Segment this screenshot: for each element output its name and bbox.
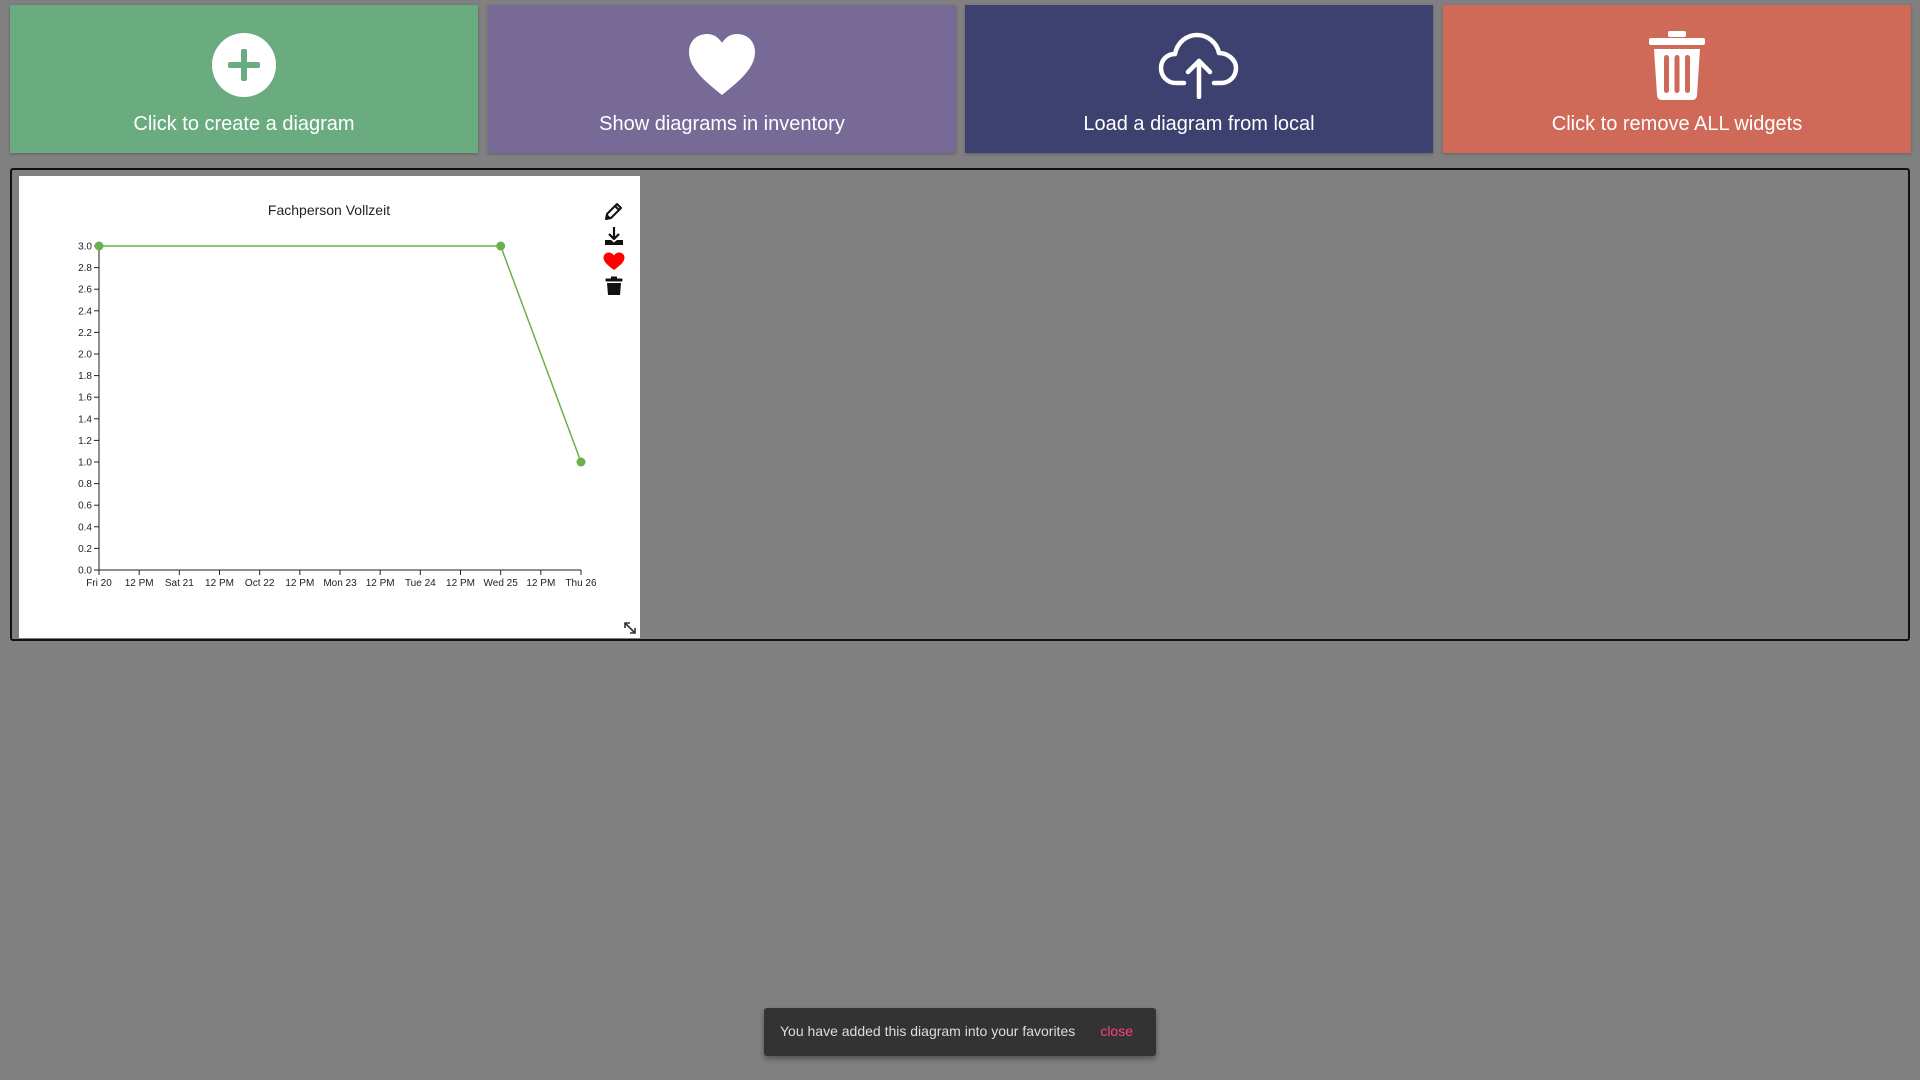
x-tick-label: Sat 21: [165, 578, 194, 589]
load-local-label: Load a diagram from local: [1083, 113, 1315, 135]
show-inventory-button[interactable]: Show diagrams in inventory: [488, 5, 956, 153]
pencil-icon: [604, 201, 624, 226]
y-tick-label: 3.0: [78, 242, 92, 253]
data-point: [576, 457, 586, 467]
y-tick-label: 2.8: [78, 263, 92, 274]
trash-icon: [1632, 25, 1722, 105]
snackbar-close-button[interactable]: close: [1100, 1023, 1133, 1039]
toolbar: Click to create a diagram Show diagrams …: [0, 0, 1920, 160]
y-tick-label: 1.4: [78, 414, 92, 425]
x-tick-label: Tue 24: [405, 578, 436, 589]
load-local-button[interactable]: Load a diagram from local: [965, 5, 1433, 153]
show-inventory-label: Show diagrams in inventory: [599, 113, 845, 135]
y-tick-label: 2.6: [78, 285, 92, 296]
x-tick-label: 12 PM: [205, 578, 234, 589]
edit-diagram-button[interactable]: [601, 201, 627, 226]
delete-diagram-button[interactable]: [601, 276, 627, 301]
y-tick-label: 2.2: [78, 328, 92, 339]
favorite-diagram-button[interactable]: [601, 251, 627, 276]
snackbar: You have added this diagram into your fa…: [764, 1008, 1156, 1056]
x-tick-label: Fri 20: [86, 578, 112, 589]
resize-arrows-icon: [624, 622, 636, 634]
data-point: [496, 241, 506, 251]
create-diagram-button[interactable]: Click to create a diagram: [10, 5, 478, 153]
data-point: [94, 241, 104, 251]
y-tick-label: 2.0: [78, 350, 92, 361]
y-tick-label: 1.2: [78, 436, 92, 447]
heart-icon: [677, 25, 767, 105]
x-tick-label: 12 PM: [285, 578, 314, 589]
x-tick-label: Thu 26: [565, 578, 597, 589]
y-tick-label: 1.0: [78, 458, 92, 469]
plus-circle-icon: [199, 25, 289, 105]
series-line: [99, 245, 582, 463]
cloud-upload-icon: [1154, 25, 1244, 105]
x-tick-label: Wed 25: [484, 578, 519, 589]
y-tick-label: 0.2: [78, 544, 92, 555]
x-tick-label: 12 PM: [526, 578, 555, 589]
y-tick-label: 2.4: [78, 306, 92, 317]
diagram-widget[interactable]: Fachperson Vollzeit 0.0 0.2 0.4 0.6 0.8 1.0 1.…: [19, 176, 640, 638]
line-chart: 0.0 0.2 0.4 0.6 0.8 1.0 1.2 1.4 1.6 1.8 2.0 2.2 2.4 2…: [78, 241, 597, 589]
remove-all-label: Click to remove ALL widgets: [1551, 113, 1803, 135]
y-tick-label: 0.0: [78, 566, 92, 577]
x-tick-label: 12 PM: [125, 578, 154, 589]
resize-handle[interactable]: [622, 620, 638, 636]
y-tick-label: 1.8: [78, 371, 92, 382]
remove-all-button[interactable]: Click to remove ALL widgets: [1443, 5, 1911, 153]
y-tick-label: 0.8: [78, 479, 92, 490]
x-tick-label: Mon 23: [323, 578, 357, 589]
widget-tools: [601, 201, 627, 301]
download-icon: [604, 226, 624, 251]
snackbar-message: You have added this diagram into your fa…: [780, 1023, 1076, 1039]
x-tick-label: Oct 22: [245, 578, 275, 589]
heart-icon: [603, 252, 625, 276]
download-diagram-button[interactable]: [601, 226, 627, 251]
x-tick-label: 12 PM: [366, 578, 395, 589]
dashboard-grid: Fachperson Vollzeit 0.0 0.2 0.4 0.6 0.8 1.0 1.…: [10, 168, 1910, 641]
trash-icon: [605, 276, 623, 301]
y-tick-label: 1.6: [78, 393, 92, 404]
y-tick-label: 0.4: [78, 522, 92, 533]
create-diagram-label: Click to create a diagram: [133, 113, 355, 135]
y-tick-label: 0.6: [78, 501, 92, 512]
x-tick-label: 12 PM: [446, 578, 475, 589]
